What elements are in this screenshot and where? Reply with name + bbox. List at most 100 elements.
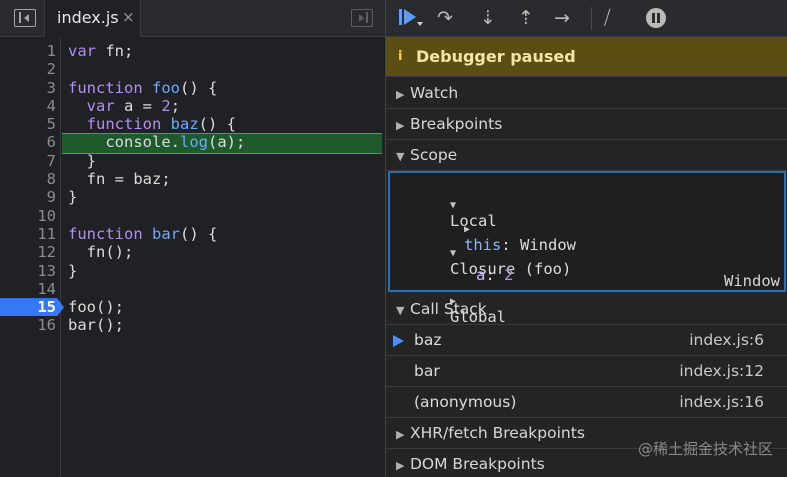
code-token: log (179, 133, 208, 152)
sidebar-toggle-icon[interactable] (14, 9, 36, 27)
info-icon: i (398, 49, 403, 64)
code-token: baz (170, 115, 199, 134)
editor-tab-bar: index.js × (0, 0, 385, 37)
line-number[interactable]: 16 (0, 316, 56, 334)
section-call-stack[interactable]: ▼ Call Stack (386, 294, 787, 325)
line-number[interactable]: 2 (0, 60, 56, 78)
code-line[interactable]: 6 console.log(a); (0, 133, 385, 155)
code-token: console. (68, 133, 180, 152)
code-token: ; (170, 96, 181, 115)
deactivate-breakpoints-icon[interactable]: ⧸ (604, 8, 610, 28)
code-token: bar(); (68, 316, 124, 335)
section-title: Breakpoints (410, 115, 503, 133)
call-frame-bar[interactable]: bar index.js:12 (386, 356, 787, 387)
call-frame-baz[interactable]: baz index.js:6 (386, 325, 787, 356)
watermark: @稀土掘金技术社区 (637, 440, 773, 458)
section-title: DOM Breakpoints (410, 455, 545, 473)
code-token: } (68, 151, 96, 170)
section-title: Watch (410, 84, 459, 102)
frame-name: bar (414, 362, 440, 380)
section-title: Call Stack (410, 300, 487, 318)
section-scope[interactable]: ▼ Scope (386, 140, 787, 171)
call-frame-anonymous[interactable]: (anonymous) index.js:16 (386, 387, 787, 418)
line-number[interactable]: 7 (0, 152, 56, 170)
line-source: console.log(a); (68, 133, 245, 151)
step-into-icon[interactable]: ⇣ (480, 8, 496, 28)
code-line[interactable]: 15 foo(); (0, 298, 385, 317)
line-number[interactable]: 12 (0, 243, 56, 261)
code-token: function (68, 224, 143, 243)
code-line[interactable]: 13} (0, 262, 385, 280)
line-number[interactable]: 9 (0, 188, 56, 206)
section-watch[interactable]: ▶ Watch (386, 78, 787, 109)
section-title: XHR/fetch Breakpoints (410, 424, 585, 442)
code-token: () { (180, 224, 218, 243)
line-source: var a = 2; (68, 97, 180, 115)
chevron-right-icon: ▶ (396, 459, 405, 472)
debugger-toolbar: ↷ ⇣ ⇡ → ⧸ (386, 0, 787, 37)
code-line[interactable]: 12 fn(); (0, 243, 385, 261)
current-frame-arrow-icon (393, 335, 404, 347)
line-number[interactable]: 1 (0, 42, 56, 60)
frame-location[interactable]: index.js:6 (689, 331, 764, 349)
line-number[interactable]: 6 (0, 133, 56, 151)
line-source: function bar() { (68, 225, 217, 243)
close-icon[interactable]: × (122, 8, 135, 26)
code-line[interactable]: 16 bar(); (0, 316, 385, 334)
section-title: Scope (410, 146, 458, 164)
line-source: fn(); (68, 243, 134, 262)
pause-exceptions-icon[interactable] (646, 8, 666, 28)
code-line[interactable]: 11 function bar() { (0, 225, 385, 243)
code-token: () { (180, 78, 218, 97)
code-line[interactable]: 1 var fn; (0, 42, 385, 60)
line-source: fn = baz; (68, 170, 171, 188)
step-icon[interactable]: → (554, 8, 570, 28)
tab-index-js[interactable]: index.js × (44, 0, 141, 37)
chevron-right-icon: ▶ (396, 88, 405, 101)
code-line[interactable]: 4 var a = 2; (0, 97, 385, 115)
line-number[interactable]: 8 (0, 170, 56, 188)
code-line[interactable]: 10 (0, 207, 385, 225)
code-token: fn(); (68, 243, 134, 262)
code-area[interactable]: 1 var fn; 2 3 function foo() {4 var a = 2; 5 … (0, 42, 385, 335)
line-number[interactable]: 11 (0, 225, 56, 243)
code-line[interactable]: 14 (0, 280, 385, 298)
line-number[interactable]: 4 (0, 97, 56, 115)
line-number[interactable]: 5 (0, 115, 56, 133)
line-source: function foo() { (68, 79, 217, 97)
chevron-down-icon: ▼ (396, 150, 405, 163)
code-token: } (68, 261, 78, 280)
code-line[interactable]: 7 } (0, 152, 385, 170)
line-number[interactable]: 3 (0, 79, 56, 97)
line-source: bar(); (68, 316, 124, 334)
code-line[interactable]: 8 fn = baz; (0, 170, 385, 188)
line-number[interactable]: 10 (0, 207, 56, 225)
code-token: a = (114, 96, 162, 115)
paused-banner: i Debugger paused (386, 37, 787, 77)
step-out-icon[interactable]: ⇡ (518, 8, 534, 28)
code-line[interactable]: 3 function foo() { (0, 79, 385, 97)
resume-icon[interactable] (399, 8, 425, 28)
line-number[interactable]: 15 (0, 298, 56, 316)
frame-location[interactable]: index.js:16 (679, 393, 764, 411)
code-line[interactable]: 2 (0, 60, 385, 78)
code-token: 2 (161, 96, 171, 115)
code-line[interactable]: 5 function baz() { (0, 115, 385, 133)
scope-global-value: Window (724, 272, 780, 290)
tab-label: index.js (57, 8, 119, 27)
line-source: foo(); (68, 298, 124, 316)
frame-location[interactable]: index.js:12 (679, 362, 764, 380)
section-breakpoints[interactable]: ▶ Breakpoints (386, 109, 787, 140)
line-number[interactable]: 14 (0, 280, 56, 298)
scope-tree: ▼ Local ▶ this: Window ▼ Closure (foo) a… (388, 171, 786, 326)
line-source: } (68, 262, 77, 280)
frame-name: (anonymous) (414, 393, 517, 411)
line-source: function baz() { (68, 115, 236, 133)
debugger-toggle-icon[interactable] (351, 9, 373, 27)
code-line[interactable]: 9} (0, 188, 385, 206)
line-number[interactable]: 13 (0, 262, 56, 280)
step-over-icon[interactable]: ↷ (437, 8, 453, 28)
